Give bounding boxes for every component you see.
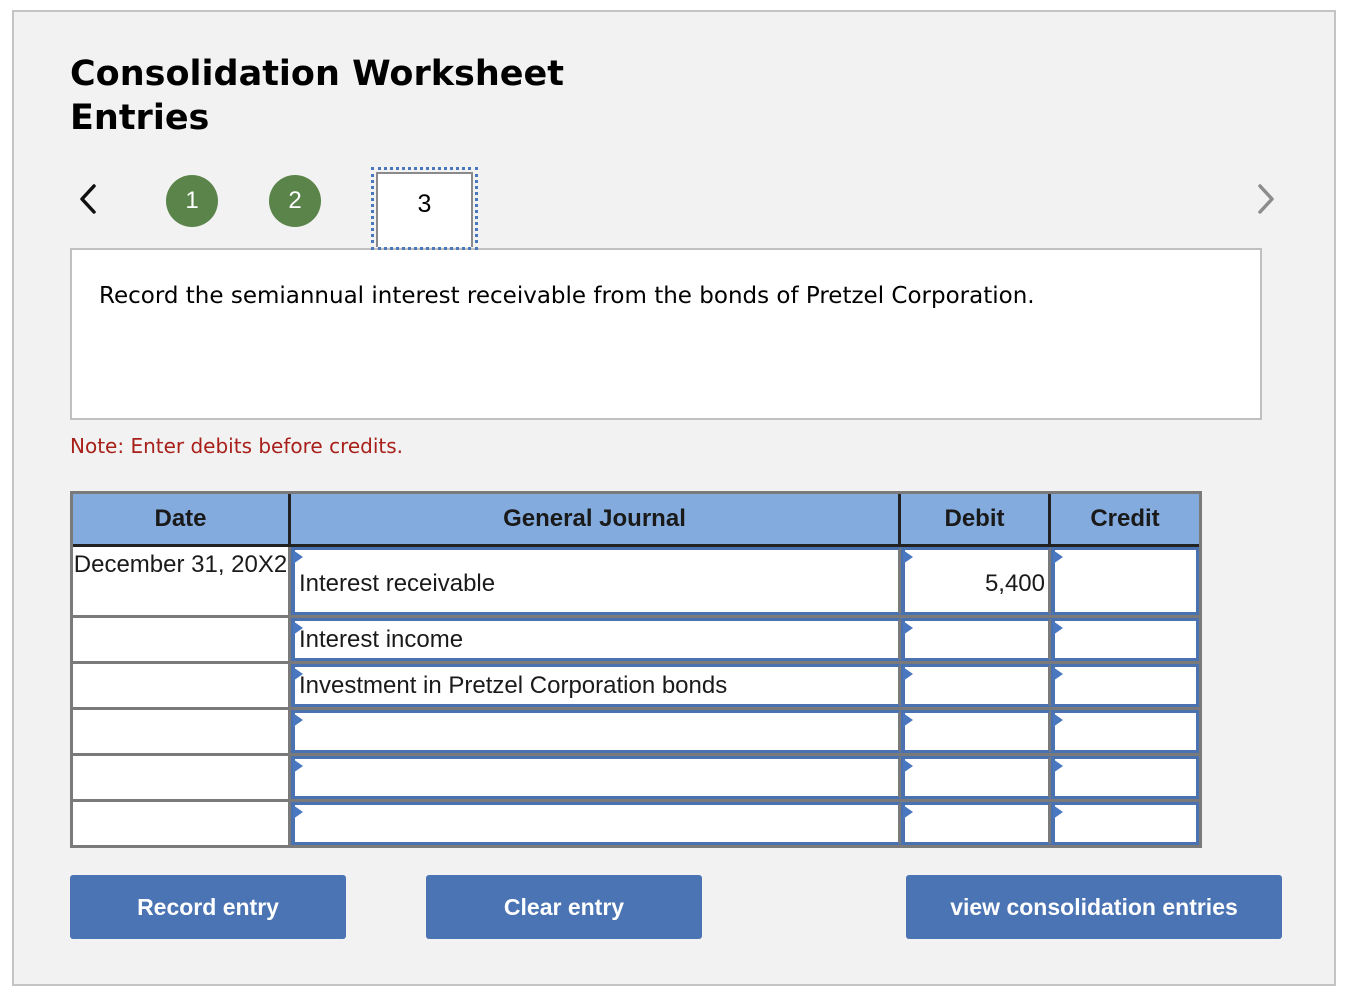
cell-marker-icon <box>903 713 913 727</box>
header-general-journal: General Journal <box>291 494 901 544</box>
journal-rows: December 31, 20X2 Interest receivable 5,40… <box>73 547 1199 845</box>
date-cell[interactable]: December 31, 20X2 <box>73 547 291 615</box>
credit-input[interactable] <box>1051 756 1199 799</box>
journal-row: Investment in Pretzel Corporation bonds <box>73 661 1199 707</box>
header-debit: Debit <box>901 494 1051 544</box>
step-2-button[interactable]: 2 <box>269 175 321 227</box>
record-entry-button[interactable]: Record entry <box>70 875 346 939</box>
journal-row <box>73 753 1199 799</box>
date-cell[interactable] <box>73 664 291 707</box>
account-input[interactable] <box>291 802 901 845</box>
cell-marker-icon <box>903 550 913 564</box>
date-cell[interactable] <box>73 618 291 661</box>
journal-row: Interest income <box>73 615 1199 661</box>
cell-marker-icon <box>1053 667 1063 681</box>
account-input[interactable]: Interest receivable <box>291 547 901 615</box>
journal-header-row: Date General Journal Debit Credit <box>73 494 1199 547</box>
step-1-button[interactable]: 1 <box>166 175 218 227</box>
account-input[interactable]: Investment in Pretzel Corporation bonds <box>291 664 901 707</box>
cell-marker-icon <box>903 667 913 681</box>
clear-entry-button[interactable]: Clear entry <box>426 875 702 939</box>
cell-marker-icon <box>293 550 303 564</box>
view-consolidation-entries-button[interactable]: view consolidation entries <box>906 875 1282 939</box>
debit-input[interactable] <box>901 664 1051 707</box>
chevron-left-icon <box>80 184 96 214</box>
credit-input[interactable] <box>1051 664 1199 707</box>
journal-row <box>73 707 1199 753</box>
date-cell[interactable] <box>73 802 291 845</box>
account-input[interactable] <box>291 756 901 799</box>
cell-marker-icon <box>1053 759 1063 773</box>
cell-marker-icon <box>1053 805 1063 819</box>
previous-step-button[interactable] <box>76 182 100 216</box>
credit-input[interactable] <box>1051 547 1199 615</box>
credit-input[interactable] <box>1051 618 1199 661</box>
debit-input[interactable]: 5,400 <box>901 547 1051 615</box>
header-credit: Credit <box>1090 505 1160 532</box>
account-input-value: Interest income <box>299 626 464 653</box>
cell-marker-icon <box>1053 550 1063 564</box>
next-step-button[interactable] <box>1254 182 1278 216</box>
debit-input[interactable] <box>901 710 1051 753</box>
account-input-value: Investment in Pretzel Corporation bonds <box>299 672 728 699</box>
step-3-label: 3 <box>376 172 473 247</box>
cell-marker-icon <box>903 621 913 635</box>
credit-input[interactable] <box>1051 710 1199 753</box>
debit-input[interactable] <box>901 618 1051 661</box>
cell-marker-icon <box>293 759 303 773</box>
account-input[interactable] <box>291 710 901 753</box>
page-title: Consolidation Worksheet Entries <box>70 54 564 138</box>
cell-marker-icon <box>293 713 303 727</box>
cell-marker-icon <box>903 759 913 773</box>
step-3-tab[interactable]: 3 <box>371 167 478 250</box>
date-cell[interactable] <box>73 756 291 799</box>
cell-marker-icon <box>1053 713 1063 727</box>
account-input-value: Interest receivable <box>299 570 496 597</box>
header-date: Date <box>73 494 291 544</box>
journal-row: December 31, 20X2 Interest receivable 5,40… <box>73 547 1199 615</box>
instructions-text: Record the semiannual interest receivabl… <box>99 283 1035 309</box>
journal-table: Date General Journal Debit Credit Decemb… <box>70 491 1202 848</box>
debit-input[interactable] <box>901 802 1051 845</box>
date-cell[interactable] <box>73 710 291 753</box>
note-text: Note: Enter debits before credits. <box>70 434 404 458</box>
journal-row <box>73 799 1199 845</box>
instructions-box: Record the semiannual interest receivabl… <box>70 248 1262 420</box>
credit-input[interactable] <box>1051 802 1199 845</box>
cell-marker-icon <box>293 805 303 819</box>
debit-input-value: 5,400 <box>984 570 1045 597</box>
cell-marker-icon <box>1053 621 1063 635</box>
debit-input[interactable] <box>901 756 1051 799</box>
account-input[interactable]: Interest income <box>291 618 901 661</box>
cell-marker-icon <box>903 805 913 819</box>
chevron-right-icon <box>1258 184 1274 214</box>
